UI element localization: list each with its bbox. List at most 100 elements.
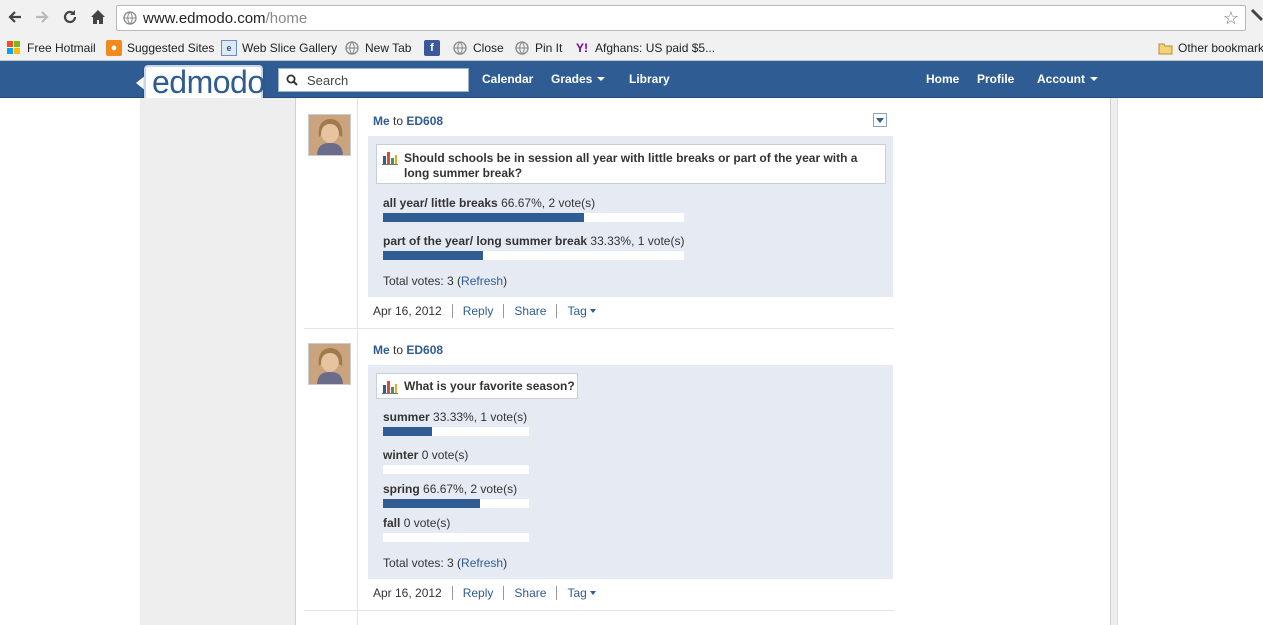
bookmark-close[interactable]: Close bbox=[452, 39, 504, 57]
search-box[interactable] bbox=[278, 68, 469, 92]
chevron-down-icon bbox=[589, 309, 596, 313]
poll-bar-track bbox=[383, 499, 529, 508]
poll-bar-fill bbox=[383, 427, 432, 436]
poll-question-box: Should schools be in session all year wi… bbox=[376, 144, 886, 184]
post-group[interactable]: ED608 bbox=[406, 343, 443, 357]
windows-icon bbox=[6, 40, 22, 56]
nav-home[interactable]: Home bbox=[926, 72, 959, 86]
separator bbox=[503, 586, 505, 600]
chevron-down-icon bbox=[1090, 77, 1098, 81]
reply-link[interactable]: Reply bbox=[463, 586, 494, 600]
poll-option: spring 66.67%, 2 vote(s) bbox=[383, 482, 518, 496]
nav-account[interactable]: Account bbox=[1037, 72, 1098, 86]
poll-option: fall 0 vote(s) bbox=[383, 516, 451, 530]
globe-icon bbox=[452, 40, 468, 56]
back-button[interactable] bbox=[4, 6, 26, 28]
poll-option: all year/ little breaks 66.67%, 2 vote(s… bbox=[383, 196, 596, 210]
tag-link[interactable]: Tag bbox=[567, 586, 596, 600]
avatar[interactable] bbox=[308, 114, 351, 156]
url-text: www.edmodo.com/home bbox=[143, 10, 308, 27]
poll-question: Should schools be in session all year wi… bbox=[404, 151, 858, 180]
right-sidebar bbox=[1110, 98, 1118, 625]
page-globe-icon bbox=[123, 11, 137, 25]
separator bbox=[451, 586, 453, 600]
poll-question-box: What is your favorite season? bbox=[376, 373, 578, 399]
share-link[interactable]: Share bbox=[514, 304, 546, 318]
poll-bar-track bbox=[383, 427, 529, 436]
poll-total-votes: Total votes: 3 (Refresh) bbox=[383, 274, 508, 288]
poll-card: What is your favorite season? summer 33.… bbox=[368, 365, 893, 579]
address-bar[interactable]: www.edmodo.com/home ☆ bbox=[116, 5, 1246, 31]
post-date: Apr 16, 2012 bbox=[373, 586, 442, 600]
wrench-icon[interactable] bbox=[1250, 8, 1263, 24]
separator bbox=[451, 304, 453, 318]
separator bbox=[556, 304, 558, 318]
avatar[interactable] bbox=[308, 343, 351, 385]
folder-icon bbox=[1157, 40, 1173, 56]
post-group[interactable]: ED608 bbox=[406, 114, 443, 128]
chevron-down-icon bbox=[876, 117, 884, 123]
post-sender[interactable]: Me bbox=[373, 343, 390, 357]
poll-total-votes: Total votes: 3 (Refresh) bbox=[383, 556, 508, 570]
yahoo-icon: Y! bbox=[576, 41, 588, 55]
poll-card: Should schools be in session all year wi… bbox=[368, 136, 893, 297]
post-header: Me to ED608 bbox=[373, 114, 444, 128]
post-header: Me to ED608 bbox=[373, 343, 444, 357]
nav-grades[interactable]: Grades bbox=[551, 72, 606, 86]
globe-icon bbox=[514, 40, 530, 56]
bookmark-pin-it[interactable]: Pin It bbox=[514, 39, 562, 57]
bookmark-suggested-sites[interactable]: ● Suggested Sites bbox=[106, 39, 214, 57]
reload-button[interactable] bbox=[59, 6, 81, 28]
bookmarks-bar: Free Hotmail ● Suggested Sites e Web Slice… bbox=[0, 36, 1263, 61]
post-sender[interactable]: Me bbox=[373, 114, 390, 128]
poll-bar-fill bbox=[383, 251, 484, 260]
globe-icon bbox=[344, 40, 360, 56]
bookmark-star-icon[interactable]: ☆ bbox=[1223, 8, 1239, 29]
post-actions: Apr 16, 2012 Reply Share Tag bbox=[373, 304, 596, 318]
reload-icon bbox=[63, 10, 77, 24]
bookmark-web-slice-gallery[interactable]: e Web Slice Gallery bbox=[221, 39, 337, 57]
poll-chart-icon bbox=[382, 381, 398, 394]
poll-option: summer 33.33%, 1 vote(s) bbox=[383, 410, 528, 424]
back-arrow-icon bbox=[8, 11, 21, 23]
tag-link[interactable]: Tag bbox=[567, 304, 596, 318]
reply-link[interactable]: Reply bbox=[463, 304, 494, 318]
post-actions: Apr 16, 2012 Reply Share Tag bbox=[373, 586, 596, 600]
chevron-down-icon bbox=[589, 591, 596, 595]
poll-option: part of the year/ long summer break 33.3… bbox=[383, 234, 685, 248]
poll-bar-fill bbox=[383, 213, 584, 222]
search-icon bbox=[286, 74, 298, 86]
poll-bar-track bbox=[383, 465, 529, 474]
chevron-down-icon bbox=[597, 77, 606, 81]
column-divider bbox=[295, 98, 296, 625]
left-sidebar bbox=[140, 98, 295, 625]
browser-toolbar: www.edmodo.com/home ☆ bbox=[0, 0, 1263, 36]
home-button[interactable] bbox=[87, 6, 109, 28]
suggested-sites-icon: ● bbox=[106, 40, 122, 56]
bookmark-facebook[interactable]: f bbox=[424, 39, 445, 57]
poll-bar-track bbox=[383, 251, 684, 260]
forward-arrow-icon bbox=[36, 11, 49, 23]
nav-library[interactable]: Library bbox=[629, 72, 670, 86]
share-link[interactable]: Share bbox=[514, 586, 546, 600]
poll-chart-icon bbox=[382, 152, 398, 165]
search-input[interactable] bbox=[307, 72, 462, 89]
other-bookmarks[interactable]: Other bookmarks bbox=[1157, 39, 1263, 57]
bookmark-afghans[interactable]: Y! Afghans: US paid $5... bbox=[574, 39, 715, 57]
nav-profile[interactable]: Profile bbox=[977, 72, 1014, 86]
home-icon bbox=[91, 10, 105, 24]
web-slice-icon: e bbox=[221, 40, 237, 56]
post-options-dropdown[interactable] bbox=[873, 113, 887, 127]
poll-option: winter 0 vote(s) bbox=[383, 448, 469, 462]
refresh-link[interactable]: Refresh bbox=[461, 556, 503, 570]
separator bbox=[503, 304, 505, 318]
post-separator bbox=[304, 610, 894, 611]
bookmark-free-hotmail[interactable]: Free Hotmail bbox=[6, 39, 96, 57]
poll-bar-fill bbox=[383, 499, 481, 508]
facebook-icon: f bbox=[424, 40, 440, 56]
separator bbox=[556, 586, 558, 600]
bookmark-new-tab[interactable]: New Tab bbox=[344, 39, 411, 57]
refresh-link[interactable]: Refresh bbox=[461, 274, 503, 288]
forward-button[interactable] bbox=[31, 6, 53, 28]
nav-calendar[interactable]: Calendar bbox=[482, 72, 533, 86]
